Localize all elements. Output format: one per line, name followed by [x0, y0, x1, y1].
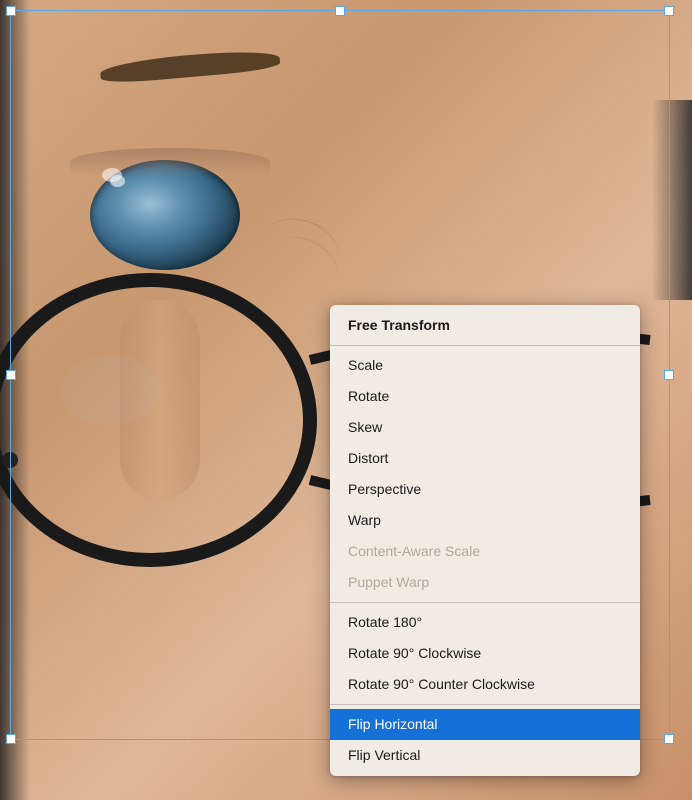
menu-item-rotate-90-ccw[interactable]: Rotate 90° Counter Clockwise	[330, 669, 640, 700]
eye-highlight	[102, 168, 122, 182]
menu-item-flip-horizontal[interactable]: Flip Horizontal	[330, 709, 640, 740]
menu-separator	[330, 345, 640, 346]
glasses-arm-left	[0, 0, 30, 800]
context-menu: Free Transform ScaleRotateSkewDistortPers…	[330, 305, 640, 776]
eyelid	[70, 148, 270, 176]
photo-canvas: Free Transform ScaleRotateSkewDistortPers…	[0, 0, 692, 800]
menu-item-free-transform[interactable]: Free Transform	[330, 310, 640, 341]
menu-item-rotate-90-cw[interactable]: Rotate 90° Clockwise	[330, 638, 640, 669]
menu-item-warp[interactable]: Warp	[330, 505, 640, 536]
glasses-arm-right	[652, 100, 692, 300]
menu-separator	[330, 602, 640, 603]
menu-item-skew[interactable]: Skew	[330, 412, 640, 443]
menu-separator	[330, 704, 640, 705]
menu-item-flip-vertical[interactable]: Flip Vertical	[330, 740, 640, 771]
menu-item-distort[interactable]: Distort	[330, 443, 640, 474]
menu-item-rotate-180[interactable]: Rotate 180°	[330, 607, 640, 638]
menu-item-puppet-warp: Puppet Warp	[330, 567, 640, 598]
menu-item-perspective[interactable]: Perspective	[330, 474, 640, 505]
menu-item-rotate[interactable]: Rotate	[330, 381, 640, 412]
menu-item-content-aware-scale: Content-Aware Scale	[330, 536, 640, 567]
menu-item-scale[interactable]: Scale	[330, 350, 640, 381]
